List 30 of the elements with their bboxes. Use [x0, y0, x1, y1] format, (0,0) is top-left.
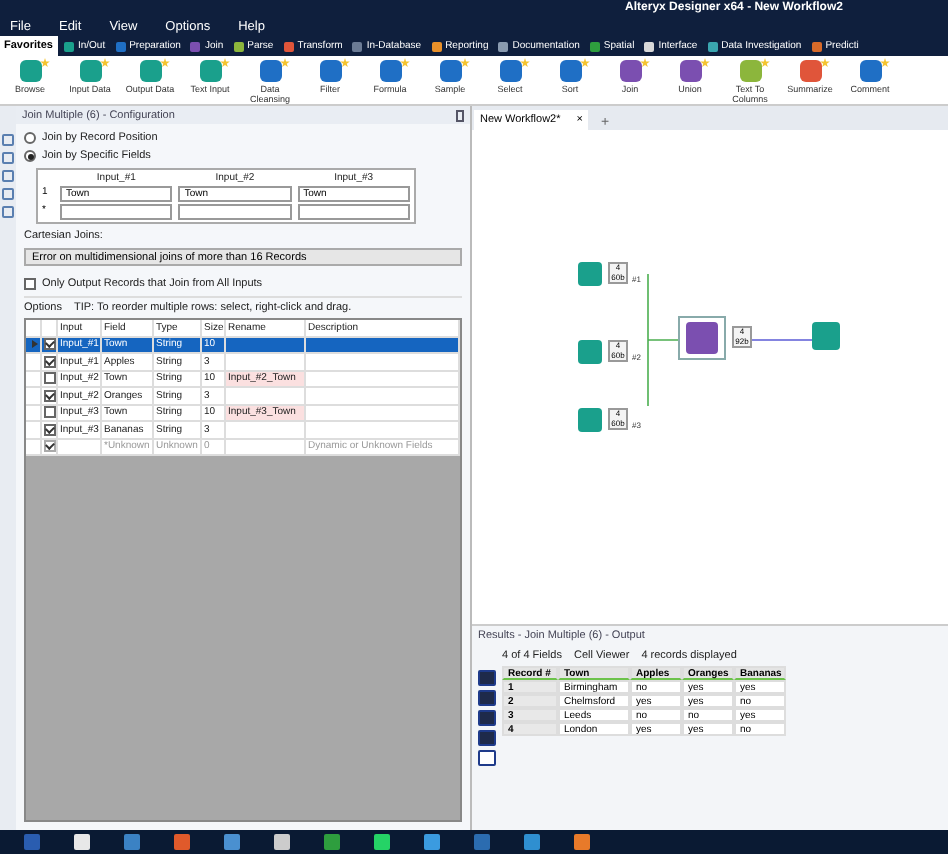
connector-line — [647, 274, 679, 407]
field-dropdown[interactable] — [60, 204, 173, 220]
tool-icon[interactable] — [379, 60, 401, 82]
checkbox[interactable] — [44, 372, 56, 385]
checkbox[interactable] — [44, 355, 56, 368]
tool-icon[interactable] — [139, 60, 161, 82]
checkbox[interactable] — [24, 278, 36, 290]
tool-icon[interactable] — [859, 60, 881, 82]
tool-icon[interactable] — [799, 60, 821, 82]
field-dropdown[interactable] — [178, 204, 292, 220]
tool-icon[interactable] — [499, 60, 521, 82]
join-node[interactable] — [678, 316, 726, 360]
checkbox[interactable] — [44, 406, 56, 419]
tool-icon[interactable] — [619, 60, 641, 82]
tool-icon[interactable] — [559, 60, 581, 82]
row-pointer-icon — [32, 340, 38, 349]
tool-icon[interactable] — [439, 60, 461, 82]
checkbox[interactable] — [44, 338, 56, 351]
checkbox[interactable] — [44, 423, 56, 436]
tool-icon[interactable] — [259, 60, 281, 82]
tool-icon[interactable] — [79, 60, 101, 82]
tool-icon[interactable] — [679, 60, 701, 82]
pin-icon[interactable] — [456, 109, 464, 121]
radio-button[interactable] — [24, 150, 36, 162]
field-dropdown[interactable] — [297, 204, 410, 220]
tool-icon[interactable] — [199, 60, 221, 82]
radio-button[interactable] — [24, 132, 36, 144]
tool-icon[interactable] — [319, 60, 341, 82]
checkbox[interactable] — [44, 389, 56, 402]
tool-icon[interactable] — [19, 60, 41, 82]
